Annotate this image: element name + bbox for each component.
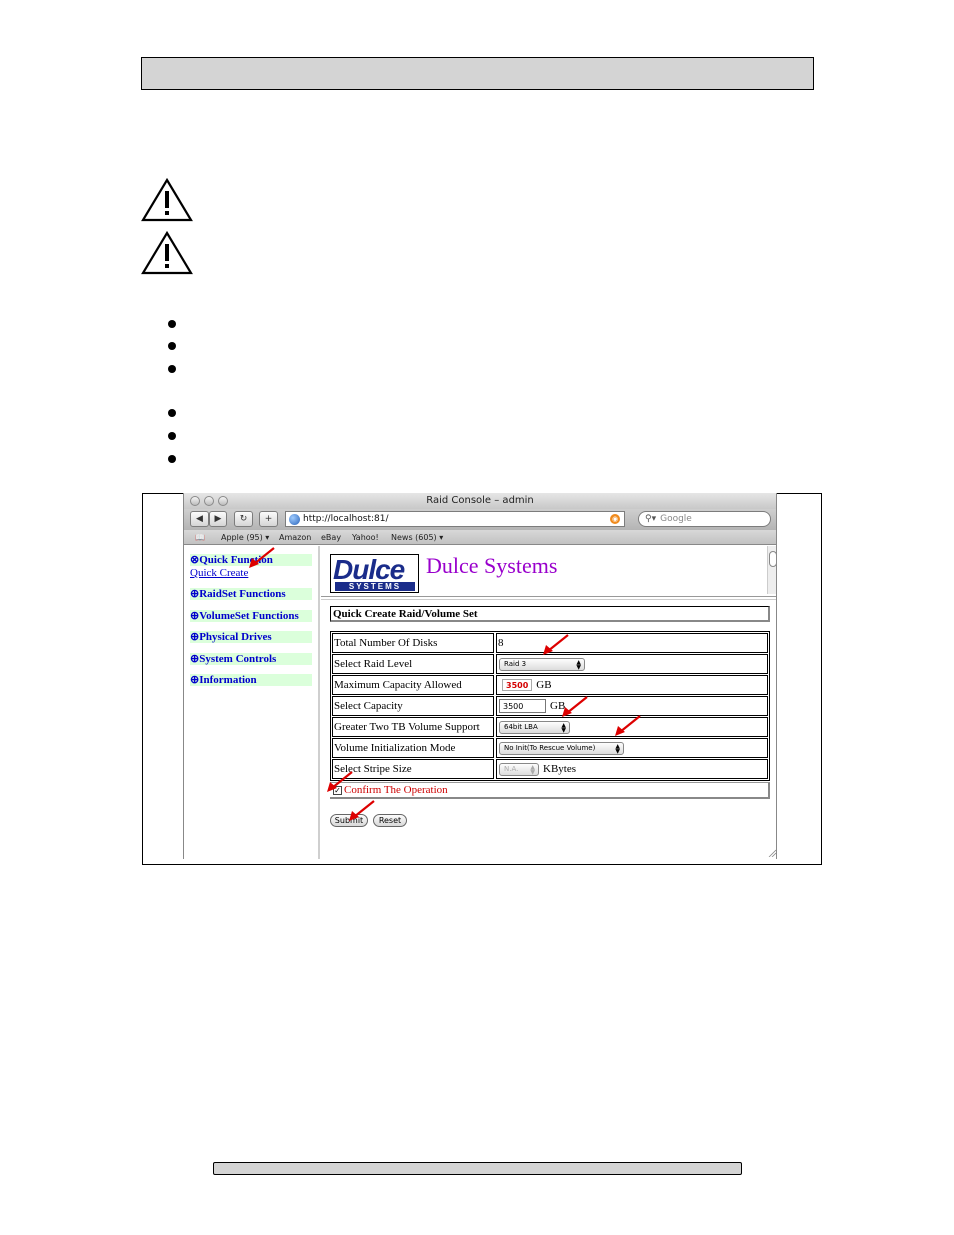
url-text: http://localhost:81/ bbox=[303, 514, 389, 524]
sidebar-item-quick-function[interactable]: ⊗Quick Function bbox=[190, 554, 312, 566]
bullet-point bbox=[168, 432, 176, 440]
back-arrow-icon: ◀ bbox=[196, 514, 203, 524]
logo-text: Dulce bbox=[333, 554, 405, 585]
brand-title: Dulce Systems bbox=[426, 553, 558, 578]
select-arrows-icon: ▲ ▼ bbox=[561, 721, 566, 734]
bookmark-yahoo[interactable]: Yahoo! bbox=[352, 533, 379, 542]
select-arrows-icon: ▲ ▼ bbox=[530, 763, 535, 776]
reload-icon: ↻ bbox=[239, 514, 248, 524]
scrollbar-thumb[interactable] bbox=[769, 551, 776, 567]
header-divider bbox=[321, 596, 776, 600]
bullet-point bbox=[168, 365, 176, 373]
globe-icon bbox=[289, 513, 300, 525]
add-bookmark-button[interactable]: + bbox=[259, 511, 278, 527]
form-row-max-capacity: Maximum Capacity Allowed 3500 GB bbox=[332, 675, 768, 695]
stripe-size-selected: N.A. bbox=[504, 765, 519, 773]
warning-icon bbox=[141, 231, 193, 275]
sidebar-item-volumeset-functions[interactable]: ⊕VolumeSet Functions bbox=[190, 610, 312, 622]
sidebar-item-system-controls[interactable]: ⊕System Controls bbox=[190, 653, 312, 665]
bookmark-news[interactable]: News (605) ▾ bbox=[391, 533, 443, 542]
browser-window: Raid Console – admin ◀ ▶ ↻ + http://loca… bbox=[183, 493, 777, 859]
tb-support-select[interactable]: 64bit LBA ▲ ▼ bbox=[499, 720, 570, 734]
bullet-point bbox=[168, 342, 176, 350]
select-arrows-icon: ▲ ▼ bbox=[576, 658, 581, 671]
select-capacity-unit: GB bbox=[550, 700, 566, 712]
disks-value: 8 bbox=[496, 633, 768, 653]
book-icon[interactable]: 📖 bbox=[195, 533, 205, 542]
raid-level-label: Select Raid Level bbox=[332, 654, 494, 674]
window-titlebar: Raid Console – admin bbox=[184, 493, 776, 509]
max-capacity-value: 3500 bbox=[502, 679, 533, 691]
bullet-point bbox=[168, 455, 176, 463]
stripe-size-unit: KBytes bbox=[543, 763, 576, 775]
max-capacity-unit: GB bbox=[536, 679, 552, 691]
search-icon: ⚲▾ bbox=[645, 514, 657, 524]
select-capacity-label: Select Capacity bbox=[332, 696, 494, 716]
raid-level-selected: Raid 3 bbox=[504, 660, 527, 668]
confirm-checkbox[interactable]: ✓ bbox=[333, 785, 342, 795]
sidebar-item-information[interactable]: ⊕Information bbox=[190, 674, 312, 686]
form-row-disks: Total Number Of Disks 8 bbox=[332, 633, 768, 653]
init-mode-selected: No Init(To Rescue Volume) bbox=[504, 744, 596, 752]
form-row-raid-level: Select Raid Level Raid 3 ▲ ▼ bbox=[332, 654, 768, 674]
bookmark-amazon[interactable]: Amazon bbox=[279, 533, 311, 542]
back-button[interactable]: ◀ bbox=[190, 511, 209, 527]
max-capacity-label: Maximum Capacity Allowed bbox=[332, 675, 494, 695]
select-arrows-icon: ▲ ▼ bbox=[615, 742, 620, 755]
search-placeholder: Google bbox=[660, 514, 692, 524]
quick-create-form: Total Number Of Disks 8 Select Raid Leve… bbox=[330, 631, 770, 781]
raid-level-select[interactable]: Raid 3 ▲ ▼ bbox=[499, 657, 585, 671]
resize-grip-icon[interactable] bbox=[768, 849, 776, 857]
bookmarks-bar: 📖 Apple (95) ▾ Amazon eBay Yahoo! News (… bbox=[184, 530, 776, 545]
init-mode-label: Volume Initialization Mode bbox=[332, 738, 494, 758]
sidebar-menu: ⊗Quick Function Quick Create ⊕RaidSet Fu… bbox=[184, 546, 320, 859]
confirm-row: ✓ Confirm The Operation bbox=[330, 782, 770, 799]
sidebar-item-raidset-functions[interactable]: ⊕RaidSet Functions bbox=[190, 588, 312, 600]
form-title: Quick Create Raid/Volume Set bbox=[330, 606, 770, 622]
form-row-stripe-size: Select Stripe Size N.A. ▲ ▼ KBytes bbox=[332, 759, 768, 779]
plus-icon: + bbox=[264, 514, 273, 524]
sidebar-item-physical-drives[interactable]: ⊕Physical Drives bbox=[190, 631, 312, 643]
window-title: Raid Console – admin bbox=[426, 495, 534, 506]
reset-button[interactable]: Reset bbox=[373, 814, 407, 827]
dulce-logo: Dulce SYSTEMS bbox=[330, 554, 419, 593]
bullet-point bbox=[168, 409, 176, 417]
rss-icon[interactable]: ◉ bbox=[610, 514, 620, 524]
scrollbar[interactable] bbox=[767, 546, 776, 594]
forward-button[interactable]: ▶ bbox=[209, 511, 227, 527]
browser-toolbar: ◀ ▶ ↻ + http://localhost:81/ ◉ ⚲▾ Google bbox=[184, 509, 776, 530]
forward-arrow-icon: ▶ bbox=[214, 514, 222, 524]
search-field[interactable]: ⚲▾ Google bbox=[638, 511, 771, 527]
submit-button[interactable]: Submit bbox=[330, 814, 368, 827]
bullet-point bbox=[168, 320, 176, 328]
confirm-label: Confirm The Operation bbox=[344, 784, 448, 796]
init-mode-select[interactable]: No Init(To Rescue Volume) ▲ ▼ bbox=[499, 741, 624, 755]
form-row-tb-support: Greater Two TB Volume Support 64bit LBA … bbox=[332, 717, 768, 737]
main-content: Dulce SYSTEMS Dulce Systems Quick Create… bbox=[321, 546, 776, 859]
address-bar[interactable]: http://localhost:81/ ◉ bbox=[285, 511, 625, 527]
stripe-size-select[interactable]: N.A. ▲ ▼ bbox=[499, 762, 539, 776]
capacity-input[interactable]: 3500 bbox=[499, 699, 546, 713]
bookmark-ebay[interactable]: eBay bbox=[321, 533, 341, 542]
sidebar-item-quick-create[interactable]: Quick Create bbox=[190, 567, 248, 579]
page-header-bar bbox=[141, 57, 814, 90]
reload-button[interactable]: ↻ bbox=[234, 511, 253, 527]
page-footer-bar bbox=[213, 1162, 742, 1175]
tb-support-label: Greater Two TB Volume Support bbox=[332, 717, 494, 737]
tb-support-selected: 64bit LBA bbox=[504, 723, 538, 731]
stripe-size-label: Select Stripe Size bbox=[332, 759, 494, 779]
logo-subtext: SYSTEMS bbox=[335, 582, 415, 591]
warning-icon bbox=[141, 178, 193, 222]
disks-label: Total Number Of Disks bbox=[332, 633, 494, 653]
form-row-init-mode: Volume Initialization Mode No Init(To Re… bbox=[332, 738, 768, 758]
bookmark-apple[interactable]: Apple (95) ▾ bbox=[221, 533, 269, 542]
form-row-select-capacity: Select Capacity 3500 GB bbox=[332, 696, 768, 716]
